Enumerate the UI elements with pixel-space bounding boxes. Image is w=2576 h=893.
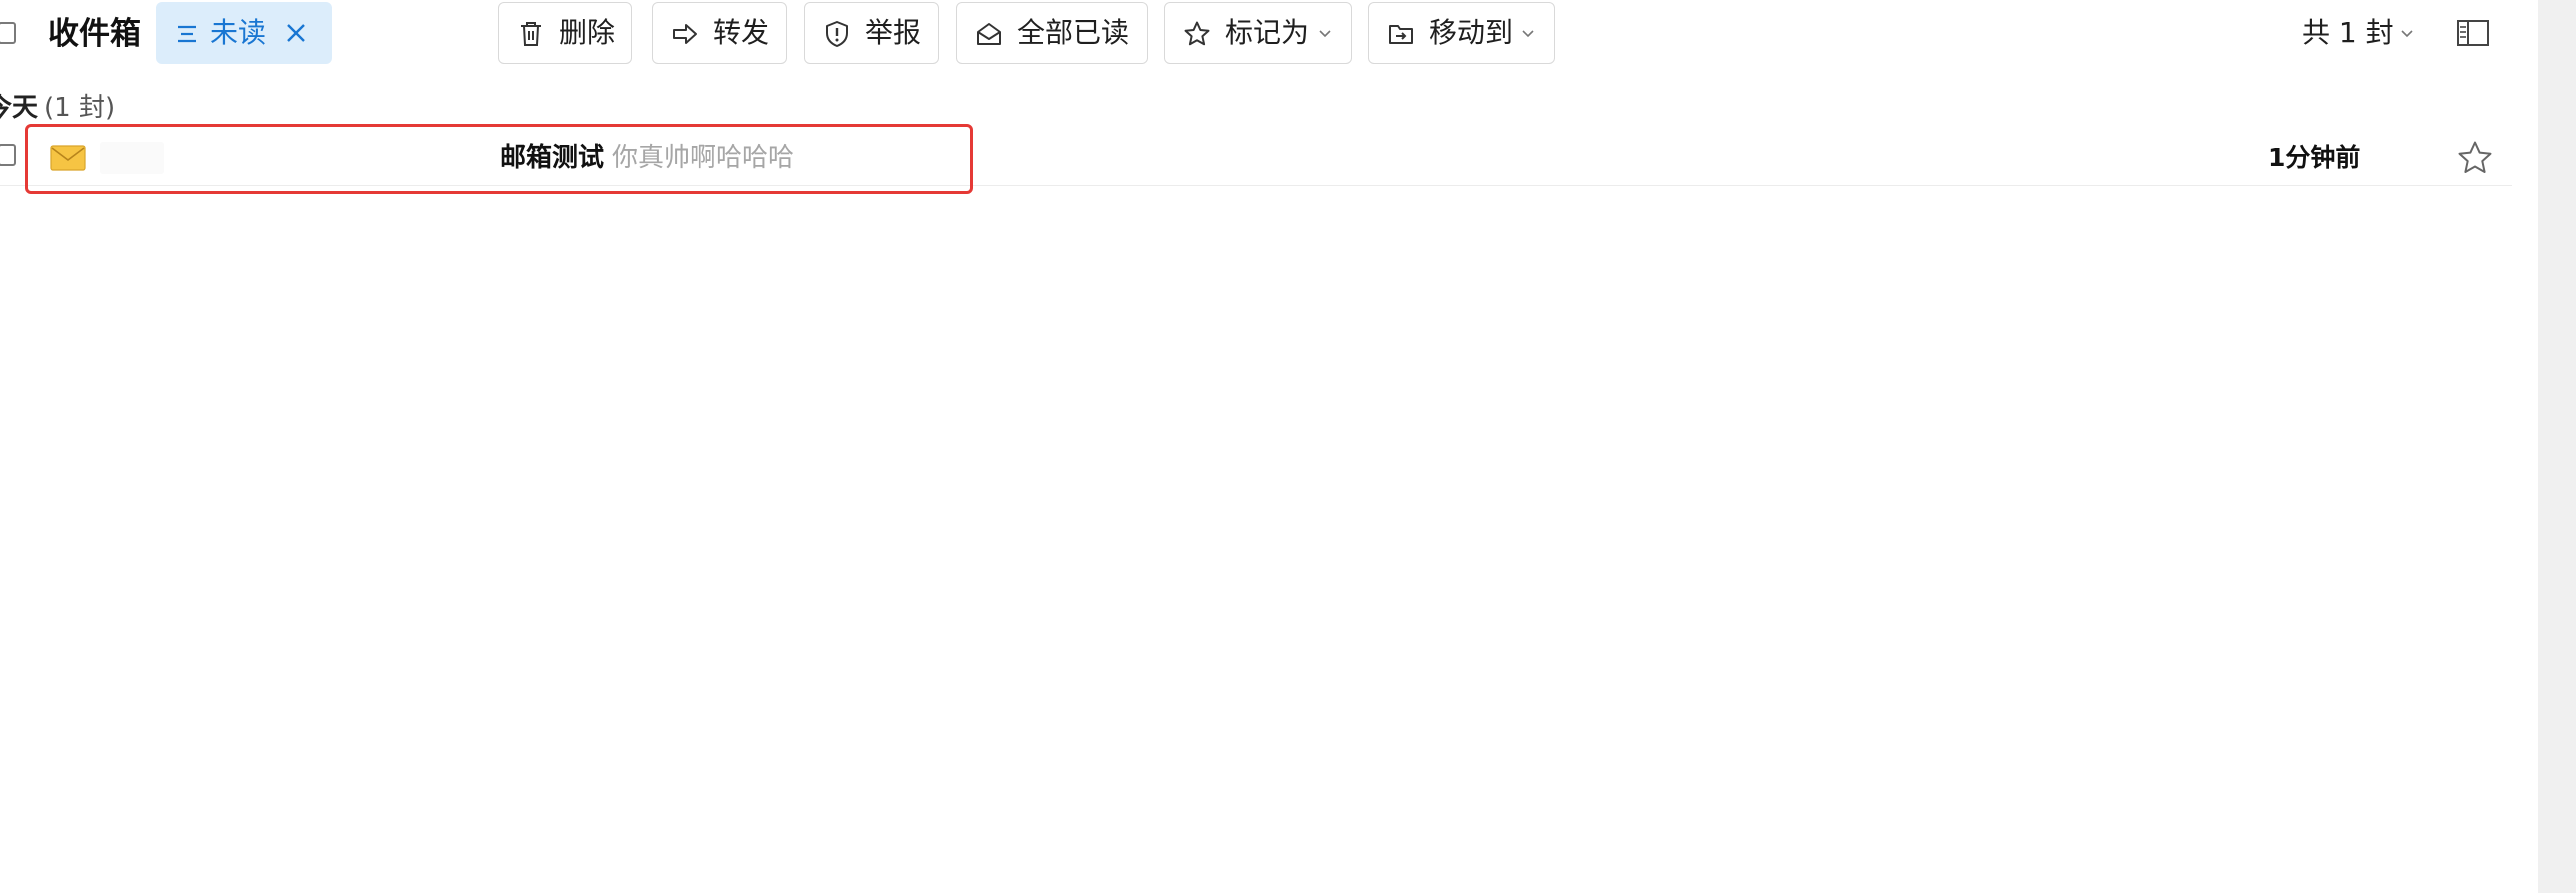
reading-pane-icon[interactable]	[2456, 18, 2490, 48]
group-name: 今天	[0, 93, 39, 123]
report-label: 举报	[865, 16, 922, 49]
unread-filter-chip[interactable]: 未读	[156, 2, 332, 64]
chevron-down-icon[interactable]	[2400, 26, 2414, 40]
envelope-icon	[50, 145, 86, 171]
move-to-dropdown[interactable]: 移动到	[1368, 2, 1555, 64]
mail-preview: 你真帅啊哈哈哈	[612, 143, 795, 173]
folder-move-icon	[1389, 25, 1413, 44]
mark-as-label: 标记为	[1225, 16, 1310, 49]
folder-title: 收件箱	[48, 16, 141, 52]
forward-button[interactable]: 转发	[652, 2, 787, 64]
shield-alert-icon	[826, 21, 848, 47]
group-count: (1 封)	[44, 93, 116, 123]
chevron-down-icon	[1522, 30, 1534, 38]
sender-name	[100, 142, 164, 174]
chevron-down-icon	[1319, 30, 1331, 38]
mark-as-dropdown[interactable]: 标记为	[1164, 2, 1352, 64]
star-outline-icon[interactable]	[2456, 139, 2494, 177]
mark-all-read-button[interactable]: 全部已读	[956, 2, 1148, 64]
filter-label: 未读	[210, 16, 267, 49]
delete-label: 删除	[559, 16, 616, 49]
filter-lines-icon	[178, 25, 196, 43]
star-outline-icon	[1184, 21, 1210, 46]
delete-button[interactable]: 删除	[498, 2, 632, 64]
forward-label: 转发	[713, 16, 770, 49]
mark-all-read-label: 全部已读	[1017, 16, 1130, 49]
mail-count[interactable]: 共 1 封	[2302, 8, 2394, 58]
mail-list-item[interactable]: 邮箱测试 你真帅啊哈哈哈 1分钟前	[0, 130, 2512, 186]
mail-time: 1分钟前	[2268, 143, 2361, 172]
report-button[interactable]: 举报	[804, 2, 939, 64]
mail-toolbar: 收件箱 未读 删除 转发 举报 全部已读 标记为 移动到 共 1 封	[0, 0, 2540, 66]
move-to-label: 移动到	[1429, 16, 1514, 49]
scrollbar[interactable]	[2538, 0, 2576, 893]
mail-app: 收件箱 未读 删除 转发 举报 全部已读 标记为 移动到 共 1 封 天 (1 …	[0, 0, 2576, 893]
open-envelope-icon	[977, 23, 1001, 45]
close-icon[interactable]	[284, 21, 308, 45]
mail-subject: 邮箱测试	[500, 143, 605, 173]
select-all-checkbox[interactable]	[0, 22, 16, 44]
forward-arrow-icon	[673, 24, 697, 44]
trash-icon	[521, 22, 541, 46]
group-header-today: 今天(1 封)	[0, 86, 115, 130]
mail-select-checkbox[interactable]	[0, 144, 16, 166]
